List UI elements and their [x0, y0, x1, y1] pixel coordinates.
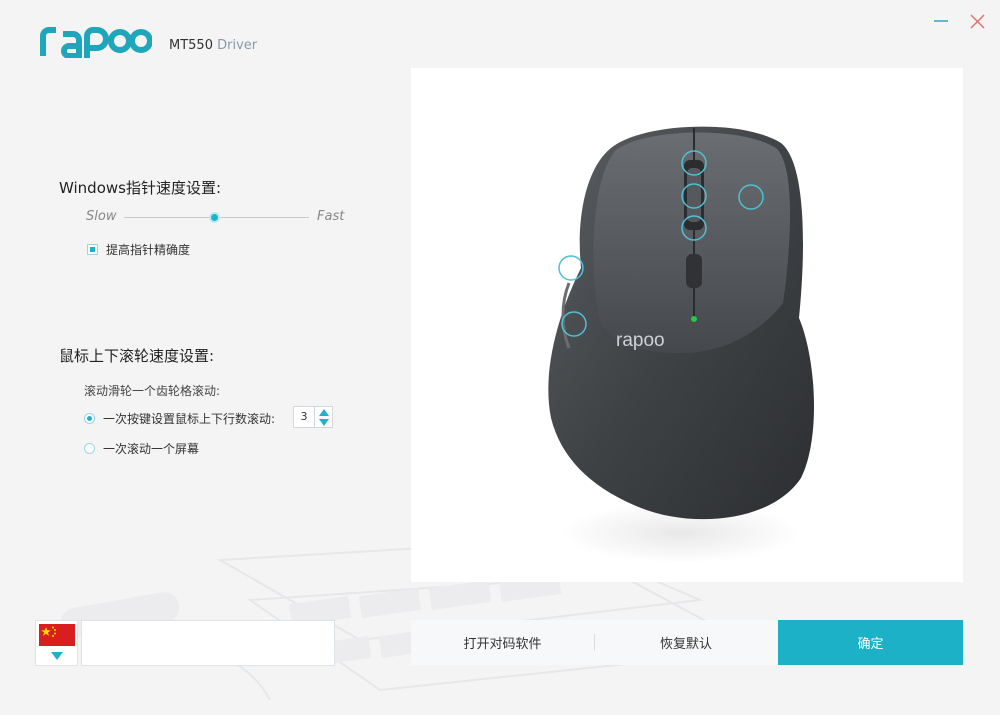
- restore-default-button[interactable]: 恢复默认: [594, 620, 778, 665]
- pointer-precision-checkbox[interactable]: [87, 244, 98, 255]
- product-name: MT550 Driver: [169, 38, 257, 53]
- open-pairing-button[interactable]: 打开对码软件: [411, 620, 594, 665]
- hotspot-side-forward[interactable]: [558, 255, 584, 281]
- stepper-down-button[interactable]: [315, 417, 332, 427]
- scroll-sub-label: 滚动滑轮一个齿轮格滚动:: [84, 384, 221, 398]
- driver-window: MT550 Driver Windows指针速度设置: Slow Fast 提高…: [0, 0, 1000, 715]
- scroll-lines-value[interactable]: 3: [293, 406, 315, 428]
- scroll-screen-radio[interactable]: [84, 443, 95, 454]
- flag-stars: [41, 626, 56, 637]
- language-selector[interactable]: [35, 620, 78, 666]
- scroll-lines-option[interactable]: 一次按键设置鼠标上下行数滚动:: [84, 410, 275, 427]
- driver-label: Driver: [217, 38, 258, 53]
- close-button[interactable]: [966, 10, 988, 32]
- mouse-image: rapoo: [548, 126, 814, 563]
- minimize-icon: [934, 20, 948, 22]
- pointer-precision-label: 提高指针精确度: [106, 243, 191, 257]
- mouse-logo-text: rapoo: [616, 330, 665, 351]
- model-name: MT550: [169, 38, 213, 53]
- scroll-speed-title: 鼠标上下滚轮速度设置:: [59, 347, 215, 365]
- language-display-field: [81, 620, 335, 666]
- scroll-lines-stepper[interactable]: 3: [293, 406, 333, 428]
- pointer-precision-option[interactable]: 提高指针精确度: [87, 241, 190, 258]
- scroll-screen-label: 一次滚动一个屏幕: [103, 442, 200, 456]
- stepper-buttons: [315, 406, 333, 428]
- rapoo-logo-mark: [40, 27, 152, 58]
- slider-fast-label: Fast: [317, 209, 345, 224]
- triangle-down-icon: [318, 418, 329, 426]
- close-icon: [970, 14, 985, 29]
- restore-default-label: 恢复默认: [659, 637, 712, 652]
- confirm-button[interactable]: 确定: [778, 620, 963, 665]
- triangle-up-icon: [318, 408, 329, 416]
- slider-slow-label: Slow: [86, 209, 117, 224]
- mouse-image-panel: rapoo: [411, 68, 963, 582]
- scroll-lines-label: 一次按键设置鼠标上下行数滚动:: [103, 412, 276, 426]
- scroll-lines-radio[interactable]: [84, 413, 95, 424]
- scroll-screen-option[interactable]: 一次滚动一个屏幕: [84, 440, 199, 457]
- chevron-down-icon: [51, 652, 63, 660]
- pointer-speed-title: Windows指针速度设置:: [59, 179, 222, 197]
- action-bar: 打开对码软件 恢复默认 确定: [411, 620, 963, 665]
- stepper-up-button[interactable]: [315, 407, 332, 417]
- rapoo-logo: [40, 24, 152, 58]
- minimize-button[interactable]: [930, 10, 952, 32]
- china-flag-icon: [39, 624, 75, 646]
